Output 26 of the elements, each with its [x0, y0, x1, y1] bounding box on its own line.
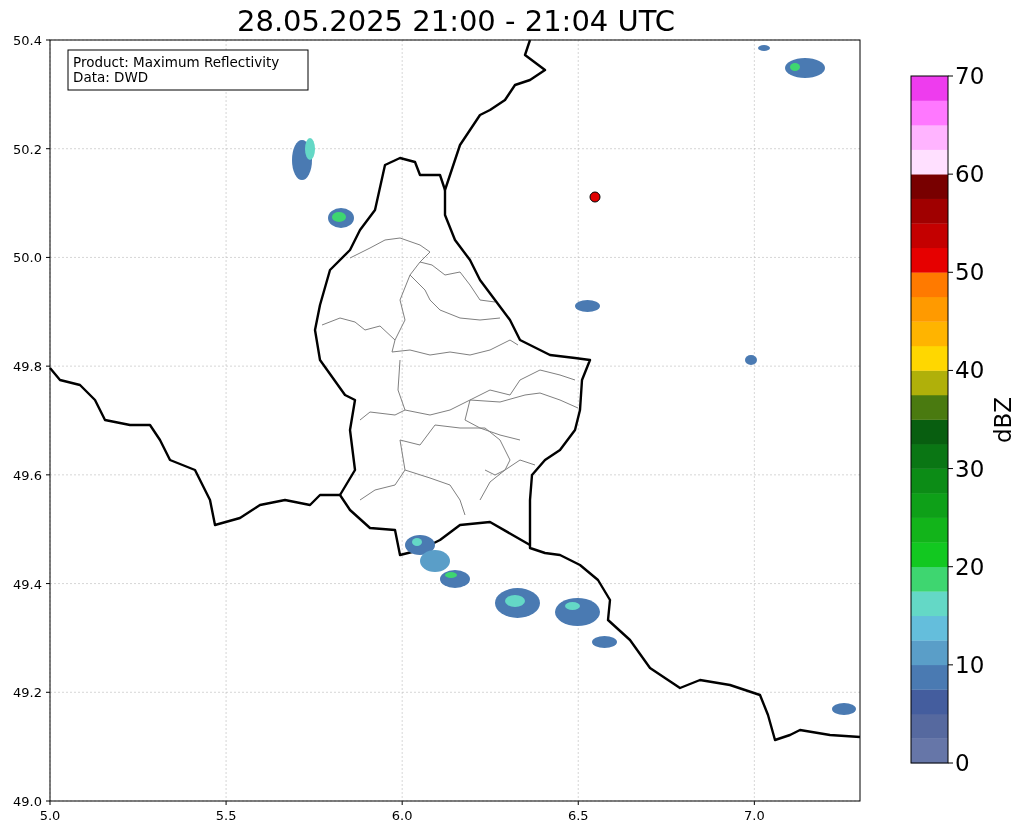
- plot-title: 28.05.2025 21:00 - 21:04 UTC: [237, 4, 675, 38]
- tick-label: 50.4: [13, 33, 42, 48]
- info-text: Data: DWD: [73, 69, 149, 85]
- tick-label: 49.2: [13, 685, 42, 701]
- colorbar-label: dBZ: [990, 396, 1016, 444]
- colorbar-tick-label: 40: [955, 357, 985, 384]
- tick-label: 49.4: [13, 576, 42, 592]
- info-text: Product: Maximum Reflectivity: [73, 54, 280, 70]
- tick-label: 5.5: [215, 808, 237, 823]
- colorbar-tick-label: 30: [955, 455, 985, 482]
- colorbar-tick-label: 20: [955, 553, 985, 580]
- colorbar-tick-label: 0: [955, 750, 970, 776]
- colorbar-tick-label: 70: [955, 63, 985, 89]
- tick-label: 50.2: [13, 141, 42, 157]
- tick-label: 49.8: [13, 359, 42, 375]
- colorbar-tick-label: 50: [955, 259, 985, 286]
- colorbar-tick-label: 60: [955, 161, 985, 188]
- tick-label: 5.0: [39, 808, 61, 823]
- tick-label: 49.0: [13, 794, 42, 809]
- tick-label: 6.5: [567, 808, 589, 823]
- tick-label: 7.0: [744, 808, 765, 823]
- tick-label: 49.6: [13, 467, 42, 483]
- location-marker: [589, 191, 601, 203]
- tick-label: 50.0: [13, 250, 42, 266]
- colorbar-tick-label: 10: [955, 651, 985, 678]
- tick-label: 6.0: [391, 808, 413, 823]
